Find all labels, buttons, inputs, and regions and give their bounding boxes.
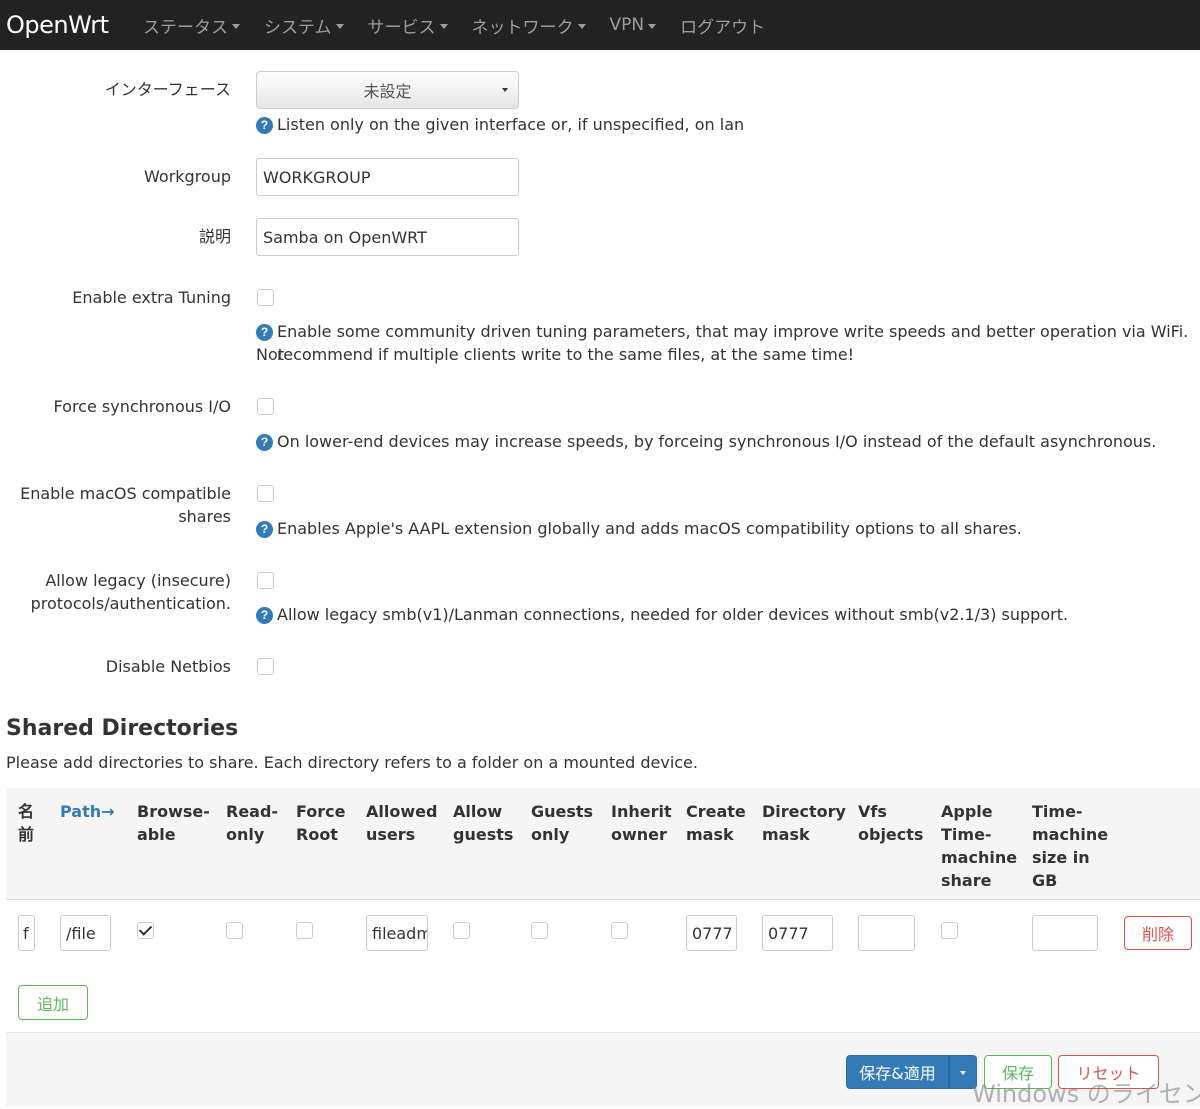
timemachine-size-input[interactable]	[1032, 915, 1098, 951]
reset-button[interactable]: リセット	[1058, 1055, 1159, 1089]
add-share-button[interactable]: 追加	[18, 985, 88, 1020]
help-icon: ?	[256, 324, 273, 341]
macos-label-line2: shares	[178, 507, 231, 526]
help-icon: ?	[256, 607, 273, 624]
col-header-name: 名前	[18, 802, 35, 844]
caret-down-icon	[648, 23, 657, 29]
nav-item-logout[interactable]: ログアウト	[680, 13, 765, 38]
legacy-label-line1: Allow legacy (insecure)	[45, 571, 231, 590]
nav-item-label: ログアウト	[680, 17, 766, 38]
create-mask-input[interactable]: 0777	[686, 915, 737, 951]
read-only-checkbox[interactable]	[226, 922, 243, 939]
caret-down-icon	[577, 23, 586, 29]
extra-tuning-help-line2: recommend if multiple clients write to t…	[277, 345, 855, 364]
description-input[interactable]: Samba on OpenWRT	[256, 218, 519, 256]
help-icon: ?	[256, 434, 273, 451]
shared-directories-description: Please add directories to share. Each di…	[6, 753, 698, 772]
col-header-timemachine-size: Time-machine size in GB	[1032, 802, 1109, 890]
brand-logo[interactable]: OpenWrt	[0, 11, 143, 39]
force-root-checkbox[interactable]	[296, 922, 313, 939]
save-apply-dropdown-button[interactable]	[949, 1055, 977, 1089]
nav-item-label: ネットワーク	[471, 17, 574, 38]
help-text: Allow legacy smb(v1)/Lanman connections,…	[277, 605, 1069, 624]
directory-mask-input[interactable]: 0777	[762, 915, 833, 951]
nav-item-vpn[interactable]: VPN	[610, 15, 657, 35]
force-sync-checkbox[interactable]	[257, 398, 274, 415]
delete-share-button[interactable]: 削除	[1124, 916, 1192, 950]
col-header-create-mask: Create mask	[686, 802, 746, 844]
caret-down-icon	[335, 23, 344, 29]
help-text: Enables Apple's AAPL extension globally …	[277, 519, 1022, 538]
nav-item-services[interactable]: サービス	[368, 13, 448, 38]
inherit-owner-checkbox[interactable]	[611, 922, 628, 939]
netbios-label: Disable Netbios	[105, 657, 231, 676]
browseable-checkbox[interactable]	[137, 922, 154, 939]
col-header-path[interactable]: Path→	[60, 800, 115, 823]
legacy-label-line2: protocols/authentication.	[30, 594, 231, 613]
caret-down-icon	[232, 23, 240, 29]
force-sync-label: Force synchronous I/O	[53, 397, 231, 416]
macos-checkbox[interactable]	[257, 485, 274, 502]
col-header-read-only: Read-only	[226, 802, 279, 844]
nav-item-status[interactable]: ステータス	[143, 13, 240, 38]
nav-item-system[interactable]: システム	[264, 13, 344, 38]
force-sync-help: ? On lower-end devices may increase speed…	[256, 430, 1156, 453]
col-header-allowed-users: Allowed users	[366, 802, 438, 844]
nav-item-label: システム	[264, 17, 332, 38]
col-header-force-root: Force Root	[296, 802, 346, 844]
caret-down-icon	[439, 23, 448, 29]
save-apply-button[interactable]: 保存&適用	[846, 1055, 949, 1089]
interface-select-value: 未設定	[363, 82, 412, 101]
col-header-guests-only: Guests only	[531, 802, 594, 844]
interface-label: インターフェース	[104, 80, 231, 99]
help-icon: ?	[256, 117, 273, 134]
nav-item-label: ステータス	[143, 17, 228, 38]
description-label: 説明	[198, 227, 231, 246]
help-icon: ?	[256, 521, 273, 538]
legacy-checkbox[interactable]	[257, 572, 274, 589]
caret-down-icon	[960, 1071, 966, 1075]
col-header-allow-guests: Allow guests	[453, 802, 514, 844]
allowed-users-input[interactable]: fileadm	[366, 915, 428, 951]
share-name-input[interactable]: f	[18, 915, 35, 951]
col-header-browseable: Browse-able	[137, 802, 210, 844]
macos-label-line1: Enable macOS compatible	[20, 484, 231, 503]
share-path-input[interactable]: /file	[60, 915, 111, 951]
help-text: On lower-end devices may increase speeds…	[277, 432, 1157, 451]
col-header-inherit-owner: Inherit owner	[611, 802, 672, 844]
legacy-help: ? Allow legacy smb(v1)/Lanman connections…	[256, 603, 1068, 626]
help-text: Listen only on the given interface or, i…	[277, 115, 745, 134]
macos-help: ? Enables Apple's AAPL extension globally…	[256, 517, 1022, 540]
col-header-vfs-objects: Vfs objects	[858, 802, 924, 844]
top-navbar: OpenWrt ステータス システム サービス ネットワーク VPN ログアウト	[0, 0, 1200, 50]
vfs-objects-input[interactable]	[858, 915, 915, 951]
nav-item-label: VPN	[609, 15, 645, 35]
guests-only-checkbox[interactable]	[531, 922, 548, 939]
interface-select[interactable]: 未設定	[256, 71, 519, 109]
workgroup-label: Workgroup	[144, 167, 231, 186]
extra-tuning-checkbox[interactable]	[257, 289, 274, 306]
col-header-directory-mask: Directory mask	[762, 802, 846, 844]
shared-directories-title: Shared Directories	[6, 716, 239, 741]
dropdown-arrow-icon	[502, 88, 508, 92]
nav-item-network[interactable]: ネットワーク	[472, 13, 586, 38]
apple-timemachine-checkbox[interactable]	[941, 922, 958, 939]
workgroup-input[interactable]: WORKGROUP	[256, 158, 519, 196]
save-button[interactable]: 保存	[984, 1055, 1052, 1089]
interface-help: ? Listen only on the given interface or, …	[256, 113, 744, 136]
nav-item-label: サービス	[367, 17, 436, 38]
col-header-apple-timemachine: Apple Time-machine share	[941, 802, 1018, 890]
allow-guests-checkbox[interactable]	[453, 922, 470, 939]
extra-tuning-label: Enable extra Tuning	[72, 288, 231, 307]
netbios-checkbox[interactable]	[257, 658, 274, 675]
